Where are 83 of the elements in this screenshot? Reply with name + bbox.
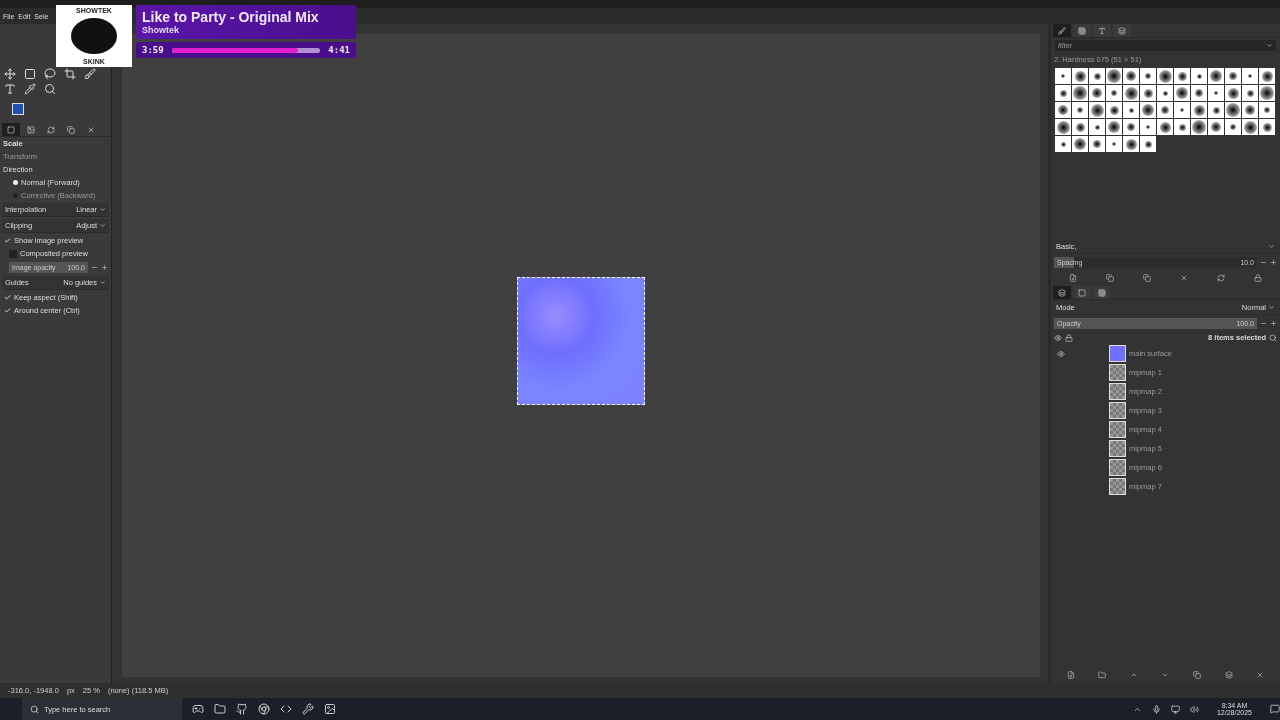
plus-icon[interactable]	[101, 264, 108, 271]
search-icon[interactable]	[1269, 333, 1277, 342]
lock-icon[interactable]	[1065, 333, 1073, 342]
copy-icon	[67, 125, 75, 134]
move-tool-icon[interactable]	[4, 68, 16, 80]
checkbox[interactable]	[3, 306, 11, 315]
refresh-icon	[47, 125, 55, 134]
dock-tab[interactable]	[1053, 24, 1071, 37]
layer-thumbnail	[1109, 440, 1126, 458]
plus-icon[interactable]	[1270, 320, 1277, 328]
lasso-icon[interactable]	[44, 68, 56, 80]
layer-thumbnail	[1109, 345, 1126, 363]
taskbar-app-icon[interactable]	[192, 703, 204, 715]
brush-icon	[1058, 26, 1066, 35]
toolbar-icon[interactable]	[1098, 671, 1107, 679]
layer-thumbnail	[1109, 364, 1126, 382]
brush-icon[interactable]	[84, 68, 96, 80]
eyedropper-icon[interactable]	[24, 83, 36, 95]
toolbar-icon[interactable]	[1161, 671, 1170, 679]
text-icon	[1098, 26, 1106, 35]
layer-thumbnail	[1109, 421, 1126, 439]
square-icon	[1078, 288, 1086, 297]
checkbox[interactable]	[9, 249, 17, 258]
taskbar-app-icon[interactable]	[280, 703, 292, 715]
layer-thumbnail	[1109, 478, 1126, 496]
chevron-down-icon	[99, 206, 106, 213]
toolbar-icon[interactable]	[1256, 671, 1265, 679]
search-icon	[30, 704, 39, 714]
layers-icon	[1058, 288, 1066, 297]
taskbar-app-icon[interactable]	[324, 703, 336, 715]
chevron-down-icon	[99, 279, 106, 286]
now-playing-card: Like to Party - Original Mix Showtek	[136, 5, 356, 39]
microphone-icon[interactable]	[1151, 704, 1161, 714]
rectangle-select-icon[interactable]	[24, 68, 36, 80]
toolbar-icon[interactable]	[1224, 671, 1233, 679]
checkbox[interactable]	[3, 236, 11, 245]
dock-tab[interactable]	[1093, 286, 1111, 300]
eye-icon[interactable]	[1057, 349, 1065, 358]
toolbar-icon[interactable]	[1253, 274, 1262, 283]
chevron-down-icon	[1268, 243, 1275, 251]
color-swatch[interactable]	[12, 103, 24, 115]
layer-thumbnail	[1109, 459, 1126, 477]
text-tool-icon[interactable]	[4, 83, 16, 95]
dock-tab[interactable]	[1073, 24, 1091, 37]
monitor-icon[interactable]	[1170, 704, 1180, 714]
layer-thumbnail	[1109, 402, 1126, 420]
playback-bar: 3:59 4:41	[136, 42, 356, 58]
zoom-icon[interactable]	[44, 83, 56, 95]
checkbox[interactable]	[3, 293, 11, 302]
layer-thumbnail	[1109, 383, 1126, 401]
crop-icon[interactable]	[64, 68, 76, 80]
taskbar-app-icon[interactable]	[258, 703, 270, 715]
plus-icon[interactable]	[1270, 259, 1277, 267]
radio-dot[interactable]	[13, 180, 18, 185]
dock-tab[interactable]	[2, 123, 20, 136]
dock-tab[interactable]	[1073, 286, 1091, 300]
taskbar-app-icon[interactable]	[302, 703, 314, 715]
layers-icon	[1118, 26, 1126, 35]
dock-tab[interactable]	[1093, 24, 1111, 37]
square-icon	[7, 125, 15, 134]
toolbar-icon[interactable]	[1216, 274, 1225, 283]
toolbar-icon[interactable]	[1193, 671, 1202, 679]
image-icon	[27, 125, 35, 134]
radio-dot[interactable]	[13, 193, 18, 198]
close-icon	[87, 125, 95, 134]
toolbar-icon[interactable]	[1069, 274, 1078, 283]
dock-tab[interactable]	[1113, 24, 1131, 37]
notification-icon[interactable]	[1270, 704, 1280, 714]
toolbar-icon[interactable]	[1129, 671, 1138, 679]
toolbar-icon[interactable]	[1179, 274, 1188, 283]
taskbar-app-icon[interactable]	[214, 703, 226, 715]
chevron-down-icon	[99, 222, 106, 229]
eye-icon[interactable]	[1054, 333, 1062, 342]
chevron-down-icon	[1268, 304, 1275, 312]
volume-icon[interactable]	[1189, 704, 1199, 714]
minus-icon[interactable]	[91, 264, 98, 271]
toolbar-icon[interactable]	[1106, 274, 1115, 283]
chevron-down-icon	[1266, 42, 1273, 49]
dock-tab[interactable]	[1053, 286, 1071, 300]
check-icon	[3, 237, 11, 244]
taskbar-app-icon[interactable]	[236, 703, 248, 715]
toolbar-icon[interactable]	[1143, 274, 1152, 283]
toolbar-icon[interactable]	[1066, 671, 1075, 679]
